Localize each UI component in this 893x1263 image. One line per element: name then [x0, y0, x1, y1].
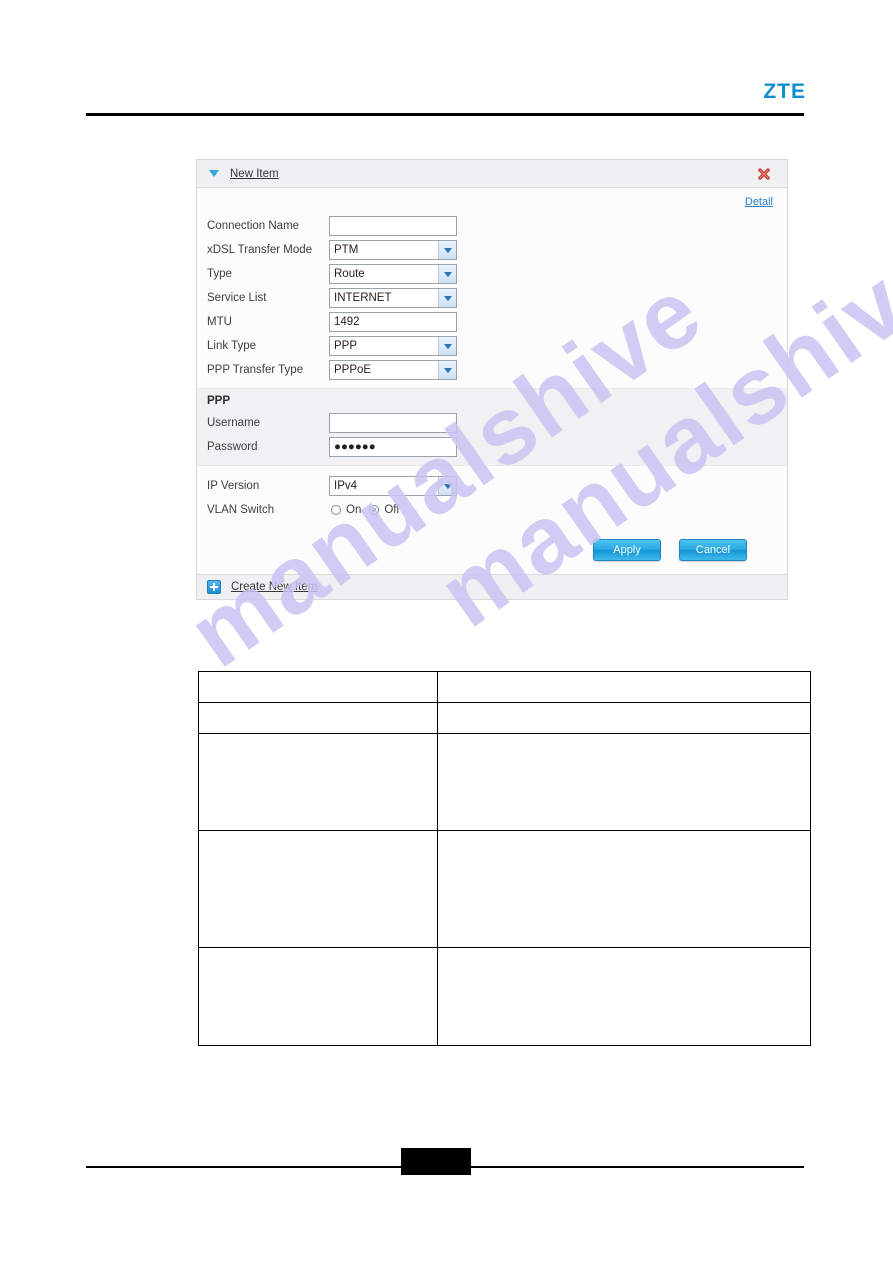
vlan-switch-radio-on[interactable]: On	[331, 504, 361, 516]
ppp-section: PPP Username Password ●●●●●●	[197, 388, 787, 466]
new-item-config-panel: New Item Detail Connection Name xDSL Tra…	[196, 159, 788, 600]
table-cell-parameter	[198, 947, 438, 1046]
radio-circle-icon	[369, 505, 380, 515]
apply-button[interactable]: Apply	[593, 539, 661, 561]
detail-link[interactable]: Detail	[745, 196, 773, 208]
field-row-connection-name: Connection Name	[197, 214, 787, 238]
radio-label: Off	[384, 504, 400, 516]
vlan-switch-radio-off[interactable]: Off	[369, 504, 399, 516]
connection-name-input[interactable]	[329, 216, 457, 236]
chevron-down-icon[interactable]	[438, 477, 456, 495]
field-label: Link Type	[207, 340, 257, 352]
field-row-link-type: Link Type PPP	[197, 334, 787, 358]
field-row-ppp-transfer-type: PPP Transfer Type PPPoE	[197, 358, 787, 382]
table-row	[198, 947, 811, 1046]
field-label: Service List	[207, 292, 267, 304]
header-divider	[86, 113, 804, 116]
table-row	[198, 671, 811, 703]
table-cell-parameter	[198, 671, 438, 703]
zte-logo: ZTE	[763, 80, 806, 103]
type-select[interactable]: Route	[329, 264, 457, 284]
table-cell-description	[437, 947, 811, 1046]
cancel-button[interactable]: Cancel	[679, 539, 747, 561]
chevron-down-icon[interactable]	[438, 361, 456, 379]
username-input[interactable]	[329, 413, 457, 433]
page-header: ZTE	[0, 0, 893, 130]
detail-row: Detail	[197, 188, 787, 214]
radio-label: On	[346, 504, 362, 516]
select-value: IPv4	[334, 480, 358, 492]
mtu-input[interactable]: 1492	[329, 312, 457, 332]
xdsl-transfer-mode-select[interactable]: PTM	[329, 240, 457, 260]
field-label: Connection Name	[207, 220, 300, 232]
panel-button-bar: Apply Cancel	[197, 528, 787, 572]
chevron-down-icon[interactable]	[438, 289, 456, 307]
field-label: VLAN Switch	[207, 504, 275, 516]
table-cell-parameter	[198, 830, 438, 948]
close-x-icon[interactable]	[757, 167, 771, 181]
plus-square-icon[interactable]	[207, 580, 221, 594]
field-label: Type	[207, 268, 232, 280]
vlan-switch-radio-group: On Off	[329, 504, 399, 516]
field-row-vlan-switch: VLAN Switch On Off	[197, 498, 787, 522]
ip-version-select[interactable]: IPv4	[329, 476, 457, 496]
field-row-username: Username	[197, 411, 787, 435]
field-row-mtu: MTU 1492	[197, 310, 787, 334]
field-label: xDSL Transfer Mode	[207, 244, 313, 256]
network-options-group: IP Version IPv4 VLAN Switch On Off	[197, 466, 787, 528]
table-cell-parameter	[198, 733, 438, 831]
parameter-description-table	[198, 671, 811, 1046]
chevron-down-icon[interactable]	[438, 265, 456, 283]
triangle-down-icon[interactable]	[209, 170, 219, 177]
table-row	[198, 702, 811, 734]
field-label: MTU	[207, 316, 232, 328]
table-cell-description	[437, 830, 811, 948]
table-cell-description	[437, 733, 811, 831]
field-label: IP Version	[207, 480, 260, 492]
select-value: PPPoE	[334, 364, 372, 376]
select-value: PTM	[334, 244, 359, 256]
field-row-type: Type Route	[197, 262, 787, 286]
field-label: Username	[207, 417, 261, 429]
panel-header: New Item	[197, 160, 787, 188]
select-value: PPP	[334, 340, 358, 352]
field-row-xdsl-transfer-mode: xDSL Transfer Mode PTM	[197, 238, 787, 262]
create-new-item-link[interactable]: Create New Item	[231, 581, 317, 593]
form-fields-group: Connection Name xDSL Transfer Mode PTM T…	[197, 214, 787, 388]
table-cell-description	[437, 671, 811, 703]
service-list-select[interactable]: INTERNET	[329, 288, 457, 308]
panel-body: Detail Connection Name xDSL Transfer Mod…	[197, 188, 787, 574]
chevron-down-icon[interactable]	[438, 337, 456, 355]
ppp-section-heading: PPP	[207, 395, 231, 407]
table-row	[198, 830, 811, 948]
ppp-transfer-type-select[interactable]: PPPoE	[329, 360, 457, 380]
password-input[interactable]: ●●●●●●	[329, 437, 457, 457]
radio-circle-icon	[331, 505, 341, 515]
field-row-password: Password ●●●●●●	[197, 435, 787, 459]
table-cell-parameter	[198, 702, 438, 734]
page-number-redaction-block	[401, 1148, 471, 1175]
select-value: INTERNET	[334, 292, 392, 304]
table-row	[198, 733, 811, 831]
field-row-ip-version: IP Version IPv4	[197, 474, 787, 498]
chevron-down-icon[interactable]	[438, 241, 456, 259]
select-value: Route	[334, 268, 365, 280]
table-cell-description	[437, 702, 811, 734]
field-label: Password	[207, 441, 258, 453]
field-row-service-list: Service List INTERNET	[197, 286, 787, 310]
field-label: PPP Transfer Type	[207, 364, 304, 376]
panel-footer: Create New Item	[197, 574, 787, 599]
link-type-select[interactable]: PPP	[329, 336, 457, 356]
panel-title-link[interactable]: New Item	[230, 168, 279, 180]
